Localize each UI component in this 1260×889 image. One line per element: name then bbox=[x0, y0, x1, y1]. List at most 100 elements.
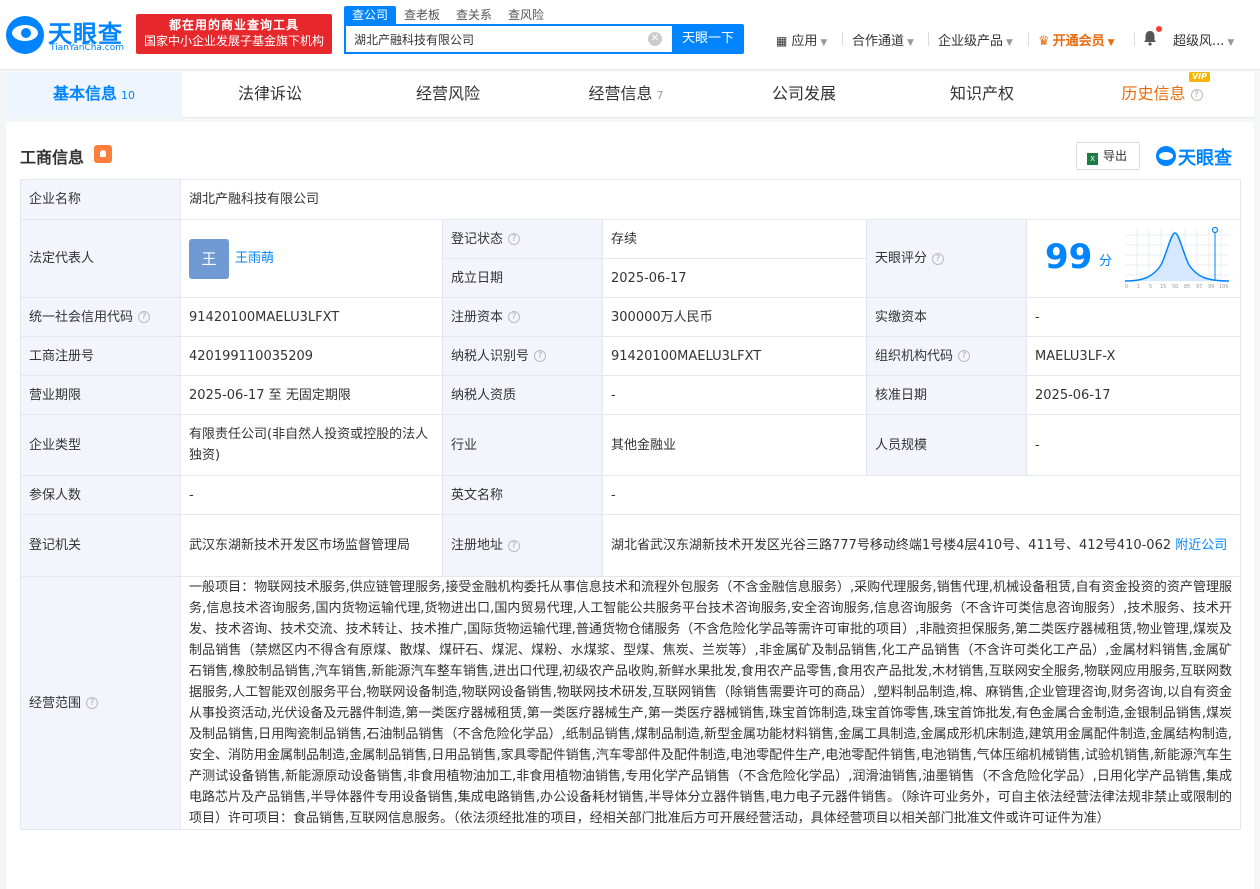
tab-basic-info[interactable]: 基本信息 10 bbox=[6, 72, 182, 118]
nearby-companies-link[interactable]: 附近公司 bbox=[1175, 538, 1227, 553]
nav-vip[interactable]: ♛ 开通会员 ▼ bbox=[1038, 30, 1115, 49]
tab-label: 经营信息 bbox=[588, 84, 653, 103]
tab-history[interactable]: 历史信息? VIP bbox=[1070, 72, 1254, 118]
export-button[interactable]: X 导出 bbox=[1076, 142, 1140, 170]
industry: 其他金融业 bbox=[602, 414, 867, 476]
bell-icon[interactable] bbox=[94, 145, 112, 163]
help-icon[interactable]: ? bbox=[508, 233, 521, 245]
score-widget: 99 分 0 1 5 15 50 85 97 99 100 bbox=[1035, 221, 1232, 297]
table-row: 登记机关 武汉东湖新技术开发区市场监督管理局 注册地址? 湖北省武汉东湖新技术开… bbox=[20, 514, 1242, 577]
founded-date: 2025-06-17 bbox=[602, 258, 867, 298]
business-scope: 一般项目：物联网技术服务,供应链管理服务,接受金融机构委托从事信息技术和流程外包… bbox=[179, 576, 1242, 830]
cell-label: 企业类型 bbox=[20, 414, 181, 476]
cell-label-score: 天眼评分? bbox=[866, 219, 1027, 298]
label-text: 组织机构代码 bbox=[875, 348, 954, 364]
tab-legal[interactable]: 法律诉讼 bbox=[182, 72, 358, 118]
search-input[interactable] bbox=[346, 26, 636, 52]
nav-apps[interactable]: ▦ 应用 ▼ bbox=[776, 30, 827, 49]
cell-label: 实缴资本 bbox=[866, 297, 1027, 337]
help-icon[interactable]: ? bbox=[138, 311, 151, 323]
clear-icon[interactable]: ✕ bbox=[648, 32, 662, 46]
english-name: - bbox=[601, 475, 1242, 515]
chart-ticks: 0 1 5 15 50 85 97 99 100 bbox=[1125, 284, 1229, 290]
business-term: 2025-06-17 至 无固定期限 bbox=[180, 375, 443, 415]
tick-label: 85 bbox=[1184, 284, 1190, 290]
nav-user-label: 超级风... bbox=[1173, 34, 1225, 49]
section-title: 工商信息 bbox=[20, 148, 85, 167]
crown-icon: ♛ bbox=[1038, 34, 1050, 49]
search-tab-company[interactable]: 查公司 bbox=[344, 6, 397, 24]
tab-operation[interactable]: 经营信息 7 bbox=[538, 72, 714, 118]
bell-icon[interactable] bbox=[1143, 30, 1157, 46]
search-tab-relation[interactable]: 查关系 bbox=[448, 6, 500, 24]
nav-user[interactable]: 超级风... ▼ bbox=[1173, 30, 1234, 49]
nav-enterprise[interactable]: 企业级产品 ▼ bbox=[938, 30, 1013, 49]
address-cell: 湖北省武汉东湖新技术开发区光谷三路777号移动终端1号楼4层410号、411号、… bbox=[601, 514, 1242, 577]
help-icon[interactable]: ? bbox=[508, 539, 521, 552]
label-text: 注册地址 bbox=[451, 538, 504, 553]
brand-text: 天眼查 bbox=[1178, 148, 1232, 169]
business-info-panel: 工商信息 X 导出 天眼查 企业名称 湖北产融科技有限公司 法定代表人 王王雨萌 … bbox=[6, 122, 1254, 889]
taxpayer-id: 91420100MAELU3LFXT bbox=[602, 336, 867, 376]
approval-date: 2025-06-17 bbox=[1025, 375, 1242, 415]
help-icon[interactable]: ? bbox=[508, 311, 521, 323]
cell-label-address: 注册地址? bbox=[442, 514, 603, 577]
cell-label: 纳税人资质 bbox=[442, 375, 603, 415]
reg-capital: 300000万人民币 bbox=[602, 297, 867, 337]
tab-label: 基本信息 bbox=[52, 84, 117, 103]
cell-label: 参保人数 bbox=[20, 475, 181, 515]
score-unit: 分 bbox=[1099, 253, 1113, 269]
status-badge: 存续 bbox=[602, 219, 867, 259]
search-button[interactable]: 天眼一下 bbox=[672, 24, 744, 54]
cell-label: 人员规模 bbox=[866, 414, 1027, 476]
help-icon[interactable]: ? bbox=[86, 697, 99, 709]
slogan-banner[interactable]: 都在用的商业查询工具 国家中小企业发展子基金旗下机构 bbox=[136, 14, 332, 54]
tick-label: 97 bbox=[1196, 284, 1202, 290]
nav-enterprise-label: 企业级产品 bbox=[938, 34, 1004, 49]
divider bbox=[842, 32, 843, 46]
search-tab-risk[interactable]: 查风险 bbox=[500, 6, 552, 24]
nav-vip-label: 开通会员 bbox=[1052, 34, 1105, 49]
tab-label: 知识产权 bbox=[949, 84, 1014, 103]
legal-rep-link[interactable]: 王雨萌 bbox=[235, 251, 274, 266]
label-text: 登记状态 bbox=[451, 231, 504, 247]
tab-risk[interactable]: 经营风险 bbox=[358, 72, 538, 118]
label-text: 经营范围 bbox=[29, 695, 82, 711]
caret-down-icon: ▼ bbox=[1107, 38, 1115, 48]
search-box: ✕ bbox=[344, 24, 672, 54]
nav-channel[interactable]: 合作通道 ▼ bbox=[852, 30, 914, 49]
label-text: 纳税人识别号 bbox=[451, 348, 530, 364]
tick-label: 0 bbox=[1125, 284, 1128, 290]
divider bbox=[928, 32, 929, 46]
score-cell[interactable]: 99 分 0 1 5 15 50 85 97 99 100 bbox=[1025, 219, 1242, 298]
cell-label: 企业名称 bbox=[20, 179, 181, 220]
reg-no: 420199110035209 bbox=[180, 336, 443, 376]
score-distribution-chart: 0 1 5 15 50 85 97 99 100 bbox=[1124, 226, 1230, 290]
tab-ip[interactable]: 知识产权 bbox=[894, 72, 1070, 118]
help-icon[interactable]: ? bbox=[534, 350, 547, 362]
divider bbox=[1028, 32, 1029, 46]
cell-label-reg-capital: 注册资本? bbox=[442, 297, 603, 337]
vip-badge: VIP bbox=[1188, 72, 1210, 82]
site-logo[interactable]: 天眼查 TianYanCha.com bbox=[6, 14, 130, 56]
company-type: 有限责任公司(非自然人投资或控股的法人独资) bbox=[180, 414, 443, 476]
tick-label: 1 bbox=[1137, 284, 1140, 290]
tick-label: 50 bbox=[1172, 284, 1178, 290]
table-row: 经营范围? 一般项目：物联网技术服务,供应链管理服务,接受金融机构委托从事信息技… bbox=[20, 576, 1242, 830]
tab-label: 公司发展 bbox=[771, 84, 836, 103]
search-tab-boss[interactable]: 查老板 bbox=[396, 6, 448, 24]
help-icon[interactable]: ? bbox=[932, 252, 945, 265]
cell-label-org-code: 组织机构代码? bbox=[866, 336, 1027, 376]
section-tabs: 基本信息 10 法律诉讼 经营风险 经营信息 7 公司发展 知识产权 历史信息? VI… bbox=[6, 72, 1254, 118]
tab-development[interactable]: 公司发展 bbox=[714, 72, 894, 118]
avatar[interactable]: 王 bbox=[189, 238, 229, 279]
score-value: 99 bbox=[1045, 236, 1093, 277]
grid-icon: ▦ bbox=[776, 34, 788, 48]
caret-down-icon: ▼ bbox=[907, 38, 914, 48]
tick-label: 15 bbox=[1160, 284, 1166, 290]
tab-label: 经营风险 bbox=[415, 84, 480, 103]
cell-label: 营业期限 bbox=[20, 375, 181, 415]
help-icon[interactable]: ? bbox=[958, 350, 971, 362]
cell-label: 行业 bbox=[442, 414, 603, 476]
tab-label: 历史信息 bbox=[1121, 84, 1186, 103]
